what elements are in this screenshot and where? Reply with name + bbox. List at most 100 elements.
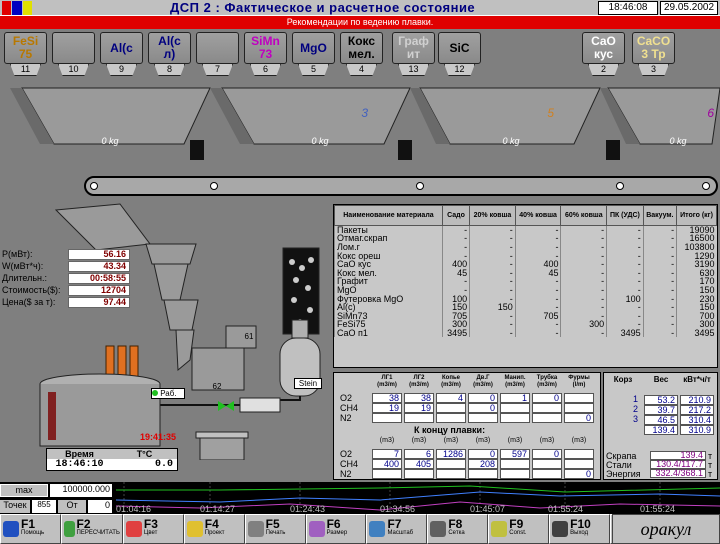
gas-value-cell[interactable]: 597 — [500, 449, 530, 459]
hopper-2[interactable]: 3 0 kg — [250, 88, 390, 148]
table-row[interactable]: CaO п1 3495- - -3495-3495 — [334, 328, 717, 338]
table-row[interactable]: Пакеты - - - - - -19090 — [334, 225, 717, 234]
gas-value-cell[interactable]: 0 — [532, 393, 562, 403]
gas-value-cell[interactable]: 0 — [468, 449, 498, 459]
fkey-f2[interactable]: F2 ПЕРЕСЧИТАТЬ — [60, 514, 123, 544]
gas-value-cell[interactable]: 0 — [468, 403, 498, 413]
from-input[interactable]: 0 — [88, 500, 112, 513]
table-row[interactable]: Лом.г - - - - - -103800 — [334, 242, 717, 252]
gas-value-cell[interactable]: 0 — [468, 393, 498, 403]
gas-value-cell[interactable]: 38 — [372, 393, 402, 403]
gas-value-cell[interactable] — [500, 403, 530, 413]
gas-value-cell[interactable] — [404, 413, 434, 423]
table-cell: - — [560, 285, 607, 295]
gas-value-cell[interactable] — [468, 413, 498, 423]
table-row[interactable]: Кокс ореш - - - - - -1290 — [334, 251, 717, 260]
gas-value-cell[interactable]: 0 — [564, 469, 594, 479]
gas-value-cell[interactable]: 208 — [468, 459, 498, 469]
material-bin[interactable]: Al(с 9 — [100, 32, 143, 76]
gas-value-cell[interactable] — [532, 459, 562, 469]
gas-value-cell[interactable] — [468, 469, 498, 479]
gas-value-cell[interactable] — [436, 413, 466, 423]
fkey-f1[interactable]: F1 Помощь — [0, 514, 61, 544]
gas-value-cell[interactable] — [500, 459, 530, 469]
material-bin[interactable]: SiMn 73 6 — [244, 32, 287, 76]
gas-value-cell[interactable] — [436, 459, 466, 469]
gas-value-cell[interactable]: 0 — [564, 413, 594, 423]
table-row[interactable]: MgO - - - - - -150 — [334, 285, 717, 295]
gas-value-cell[interactable]: 19 — [372, 403, 402, 413]
bin-number: 7 — [202, 64, 233, 76]
gas-value-cell[interactable] — [500, 469, 530, 479]
points-input[interactable]: 855 — [32, 500, 56, 513]
gas-value-cell[interactable] — [372, 413, 402, 423]
gas-value-cell[interactable] — [372, 469, 402, 479]
gas-value-cell[interactable]: 405 — [404, 459, 434, 469]
trend-chart[interactable]: max 100000.000 Точек 855 От 0 01:04:16 01… — [0, 482, 720, 514]
fkey-f7[interactable]: F7 Масштаб — [366, 514, 428, 544]
gas-value-cell[interactable]: 400 — [372, 459, 402, 469]
max-input[interactable]: 100000.000 — [50, 484, 112, 497]
table-row[interactable]: SiMn73 705-705- - -700 — [334, 311, 717, 321]
gas-value-cell[interactable] — [436, 403, 466, 413]
table-cell: 45 — [514, 268, 561, 278]
kw-cell — [606, 425, 640, 435]
gas-value-cell[interactable] — [436, 469, 466, 479]
table-row[interactable]: Кокс мел. 45-45- - -630 — [334, 268, 717, 278]
gas-value-cell[interactable] — [500, 413, 530, 423]
gas-value-cell[interactable] — [532, 469, 562, 479]
fkey-f5[interactable]: F5 Печать — [244, 514, 306, 544]
fkey-icon — [491, 521, 508, 537]
recommendation-banner[interactable]: Рекомендации по ведению плавки. — [0, 16, 720, 29]
table-row[interactable]: Футеровка MgO 100- - -100-230 — [334, 294, 717, 303]
gas-value-cell[interactable]: 6 — [404, 449, 434, 459]
fkey-f9[interactable]: F9 Const. — [488, 514, 550, 544]
gas-value-cell[interactable]: 38 — [404, 393, 434, 403]
gas-value-cell[interactable] — [532, 413, 562, 423]
gas-value-cell[interactable] — [532, 403, 562, 413]
material-bin[interactable]: Al(с л) 8 — [148, 32, 191, 76]
temp-header: Т°С — [136, 449, 153, 459]
fkey-f8[interactable]: F8 Сетка — [427, 514, 489, 544]
gas-value-cell[interactable]: 0 — [532, 449, 562, 459]
fkey-f4[interactable]: F4 Проект — [183, 514, 245, 544]
gas-value-cell[interactable]: 4 — [436, 393, 466, 403]
fkey-f3[interactable]: F3 Цвет — [122, 514, 184, 544]
bin-label: CaCO 3 Тр — [632, 32, 675, 64]
hopper-weight: 0 kg — [669, 136, 687, 146]
material-bin[interactable]: CaO кус 2 — [582, 32, 625, 76]
table-row[interactable]: CaO кус 400-400- - -3190 — [334, 259, 717, 269]
material-bin[interactable]: FeSi 75 11 — [4, 32, 47, 76]
gas-value-cell[interactable] — [564, 449, 594, 459]
gas-value-cell[interactable]: 1 — [500, 393, 530, 403]
material-bin[interactable]: CaCO 3 Тр 3 — [632, 32, 675, 76]
table-row[interactable]: Al(с) 150 150- - - -150 — [334, 302, 717, 312]
table-row[interactable]: FeSi75 300- -300- -300 — [334, 320, 717, 329]
hopper-3[interactable]: 5 0 kg — [446, 88, 576, 148]
fkey-desc: Помощь — [21, 530, 45, 536]
material-bin[interactable]: Граф ит 13 — [392, 32, 435, 76]
gas-value-cell[interactable]: 19 — [404, 403, 434, 413]
table-cell: - — [469, 234, 516, 243]
fkey-f6[interactable]: F6 Размер — [305, 514, 367, 544]
material-bin[interactable]: 7 — [196, 32, 239, 76]
gas-value-cell[interactable] — [564, 393, 594, 403]
hopper-1[interactable]: 0 kg — [50, 88, 170, 148]
material-bin[interactable]: Кокс мел. 4 — [340, 32, 383, 76]
material-bin[interactable]: 10 — [52, 32, 95, 76]
gas-value-cell[interactable] — [564, 403, 594, 413]
gas-value-cell[interactable]: 7 — [372, 449, 402, 459]
gas-value-cell[interactable] — [564, 459, 594, 469]
gas-consumption-panel: ЛГ1 (m3/m) ЛГ2 (m3/m) Копье (m3/m) Дв.Г (m3… — [333, 372, 601, 480]
table-row[interactable]: Отмаг.скрап - - - - - -16500 — [334, 234, 717, 243]
roller-icon — [616, 182, 624, 190]
gas-value-cell[interactable]: 1286 — [436, 449, 466, 459]
material-bin[interactable]: SiC 12 — [438, 32, 481, 76]
gas-value-cell[interactable] — [404, 469, 434, 479]
work-status[interactable]: Раб. — [151, 388, 185, 399]
material-bin[interactable]: MgO 5 — [292, 32, 335, 76]
fkey-f10[interactable]: F10 Выход — [549, 514, 611, 544]
total-label: Энергия — [606, 469, 641, 479]
table-row[interactable]: Графит - - - - - -170 — [334, 277, 717, 286]
hopper-4[interactable]: 6 0 kg — [638, 88, 718, 148]
